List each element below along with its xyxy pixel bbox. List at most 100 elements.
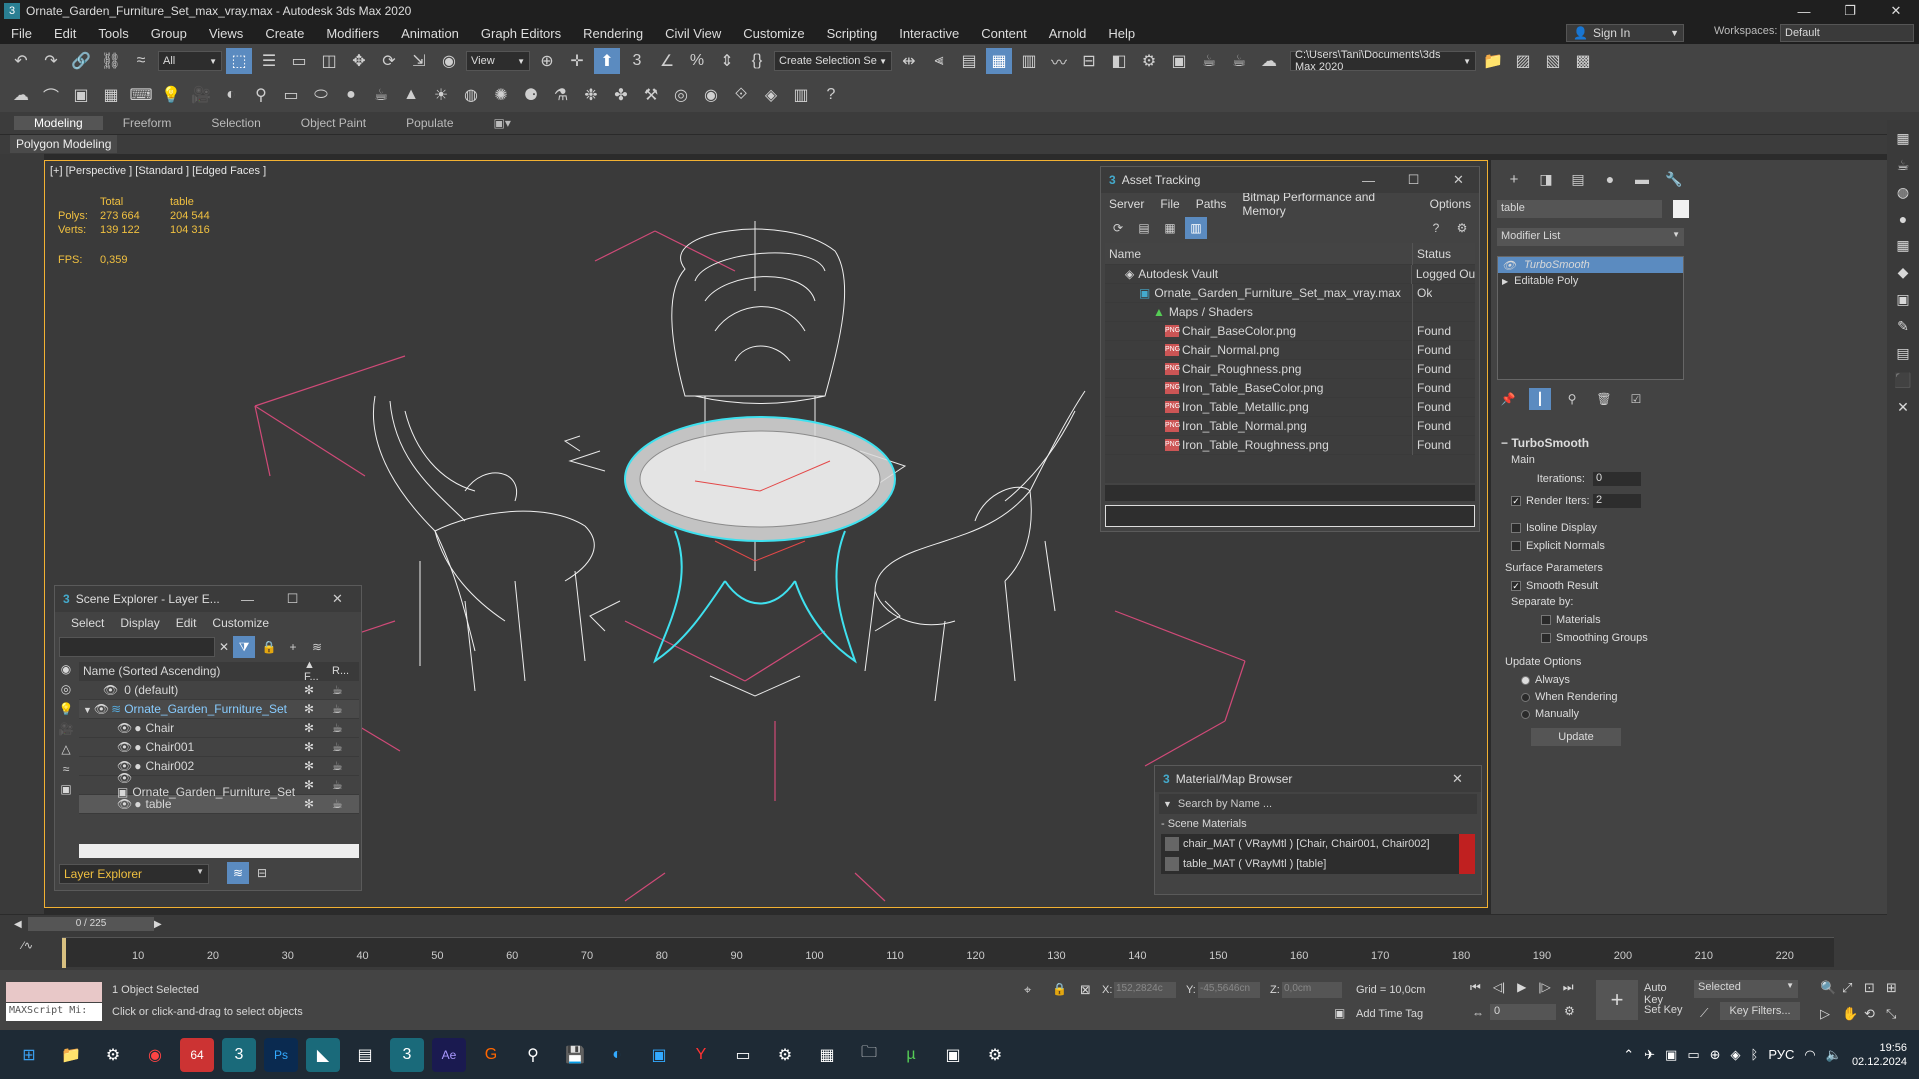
tab-freeform[interactable]: Freeform [103, 116, 192, 130]
vray-fur-icon[interactable]: ✺ [488, 82, 514, 108]
light-icon[interactable]: 💡 [158, 82, 184, 108]
tray-app-icon[interactable]: ▣ [1665, 1047, 1677, 1063]
menu-group[interactable]: Group [140, 26, 198, 41]
display-all-icon[interactable]: ▣ [55, 782, 77, 802]
key-filters-button[interactable]: Key Filters... [1720, 1002, 1800, 1020]
lock-icon[interactable]: 🔒 [259, 636, 279, 658]
pivot-center-icon[interactable]: ⊕ [534, 48, 560, 74]
render-icon[interactable]: ☕ [332, 740, 343, 754]
asset-hscrollbar[interactable] [1105, 485, 1475, 501]
update-button[interactable]: Update [1531, 728, 1621, 746]
col-name[interactable]: Name (Sorted Ascending) [79, 664, 304, 678]
edge-icon[interactable]: ◐ [600, 1038, 634, 1072]
control-panel-icon[interactable]: ⚙ [978, 1038, 1012, 1072]
set-keys-button[interactable]: + [1596, 980, 1638, 1020]
undo-icon[interactable]: ↶ [8, 48, 34, 74]
redo-icon[interactable]: ↷ [38, 48, 64, 74]
polygon-modeling-label[interactable]: Polygon Modeling [10, 135, 118, 153]
menu-file[interactable]: File [1152, 197, 1187, 211]
display-tab-icon[interactable]: ▬ [1629, 166, 1655, 192]
toggle-ribbon-icon[interactable]: ▥ [1016, 48, 1042, 74]
keyboard-language[interactable]: РУС [1768, 1047, 1794, 1062]
tray-expand-icon[interactable]: ⌃ [1623, 1047, 1634, 1063]
explorer-type-dropdown[interactable]: Layer Explorer ▼ [59, 864, 209, 884]
motion-tab-icon[interactable]: ● [1597, 166, 1623, 192]
render-icon[interactable]: ☕ [332, 721, 343, 735]
menu-display[interactable]: Display [112, 616, 167, 630]
viewport-label[interactable]: [+] [Perspective ] [Standard ] [Edged Fa… [50, 165, 266, 177]
zoom-extents-icon[interactable]: ⊡ [1864, 980, 1886, 996]
table-row[interactable]: PNG Chair_BaseColor.png Found [1105, 321, 1475, 341]
add-time-tag[interactable]: Add Time Tag [1356, 1008, 1423, 1020]
material-browser-titlebar[interactable]: 3 Material/Map Browser ✕ [1155, 766, 1481, 792]
render-cloud-icon[interactable]: ☁ [1256, 48, 1282, 74]
tab-selection[interactable]: Selection [191, 116, 280, 130]
menu-options[interactable]: Options [1422, 197, 1479, 211]
freeze-icon[interactable]: ✻ [304, 702, 332, 716]
track-bar[interactable]: 10 20 30 40 50 60 70 80 90 100 110 120 130 140 150 160 1… [62, 937, 1834, 968]
rotate-icon[interactable]: ⟳ [376, 48, 402, 74]
after-effects-icon[interactable]: Ae [432, 1037, 466, 1072]
close-icon[interactable]: ✕ [1873, 0, 1919, 22]
eye-icon[interactable]: 👁 [117, 740, 132, 754]
chrome-icon[interactable]: ◉ [138, 1038, 172, 1072]
vray-mesh-icon[interactable]: ⚗ [548, 82, 574, 108]
app-g-icon[interactable]: G [474, 1038, 508, 1072]
list-item[interactable]: 👁 ● Chair ✻ ☕ [79, 719, 359, 738]
table-row[interactable]: PNG Iron_Table_Roughness.png Found [1105, 435, 1475, 455]
bluetooth-icon[interactable]: ᛒ [1751, 1047, 1759, 1062]
render-iters-spinner[interactable]: 2 [1593, 494, 1641, 508]
scene-explorer-titlebar[interactable]: 3 Scene Explorer - Layer E... — ☐ ✕ [55, 586, 361, 612]
time-config-icon[interactable]: ⚙ [1564, 1004, 1575, 1018]
notepad-icon[interactable]: ▤ [348, 1038, 382, 1072]
render-production-icon[interactable]: ☕ [1196, 48, 1222, 74]
col-frozen[interactable]: ▲ F... [304, 659, 332, 683]
field-of-view-icon[interactable]: ▷ [1820, 1006, 1842, 1022]
photoshop-icon[interactable]: Ps [264, 1037, 298, 1072]
maxscript-input[interactable]: MAXScript Mi: [6, 1003, 102, 1021]
box-icon[interactable]: ▭ [278, 82, 304, 108]
z-coord-field[interactable]: 0,0cm [1282, 982, 1342, 998]
iterations-spinner[interactable]: 0 [1593, 472, 1641, 486]
camera-app-icon[interactable]: ▣ [936, 1038, 970, 1072]
modifier-list-dropdown[interactable]: Modifier List ▼ [1497, 228, 1684, 246]
create-object-icon[interactable]: ☁ [8, 82, 34, 108]
angle-snap-icon[interactable]: ∠ [654, 48, 680, 74]
project-path-dropdown[interactable]: C:\Users\Tani\Documents\3ds Max 2020 ▼ [1290, 49, 1476, 73]
vray-box-icon[interactable]: ⬛ [1894, 372, 1911, 389]
vray-light-icon[interactable]: ◍ [1897, 184, 1909, 201]
telegram-icon[interactable]: ✈ [1644, 1047, 1655, 1063]
key-set-dropdown[interactable]: Selected ▼ [1694, 980, 1798, 998]
keyboard-icon[interactable]: ⌨ [128, 82, 154, 108]
object-color-swatch[interactable] [1673, 200, 1689, 218]
app-64-icon[interactable]: 64 [180, 1037, 214, 1072]
utilities-tab-icon[interactable]: 🔧 [1661, 166, 1687, 192]
pin-stack-icon[interactable]: 📌 [1497, 388, 1519, 410]
asset-path-field[interactable] [1105, 505, 1475, 527]
cone-icon[interactable]: ▲ [398, 82, 424, 108]
col-name[interactable]: Name [1105, 242, 1413, 265]
set-key-button[interactable]: Set Key [1644, 1004, 1688, 1020]
list-item[interactable]: 👁 0 (default) ✻ ☕ [79, 681, 359, 700]
menu-civil-view[interactable]: Civil View [654, 26, 732, 41]
render-icon[interactable]: ☕ [332, 778, 343, 792]
render-frame-icon[interactable]: ▣ [68, 82, 94, 108]
zoom-all-icon[interactable]: ⤢ [1842, 980, 1864, 996]
unlink-icon[interactable]: ⛓ [98, 48, 124, 74]
vray-decal-icon[interactable]: ⚒ [638, 82, 664, 108]
project-settings-icon[interactable]: ▨ [1510, 48, 1536, 74]
next-key-icon[interactable]: |▷ [1538, 980, 1550, 995]
maximize-viewport-icon[interactable]: ⤡ [1886, 1006, 1908, 1022]
teapot-icon[interactable]: ☕ [368, 82, 394, 108]
play-icon[interactable]: ▶ [1517, 980, 1526, 995]
table-row[interactable]: PNG Iron_Table_Metallic.png Found [1105, 397, 1475, 417]
time-tag-icon[interactable]: ▣ [1334, 1006, 1345, 1020]
teapot-render-icon[interactable]: ☕ [1897, 157, 1910, 174]
bind-spacewarp-icon[interactable]: ≈ [128, 48, 154, 74]
freeze-icon[interactable]: ✻ [304, 740, 332, 754]
maxscript-listener-output[interactable] [6, 982, 102, 1002]
col-render[interactable]: R... [332, 665, 349, 677]
table-row[interactable]: ▣ Ornate_Garden_Furniture_Set_max_vray.ma… [1105, 283, 1475, 303]
eye-icon[interactable]: 👁 [117, 797, 132, 811]
3dsmax-active-icon[interactable]: 3 [390, 1037, 424, 1072]
